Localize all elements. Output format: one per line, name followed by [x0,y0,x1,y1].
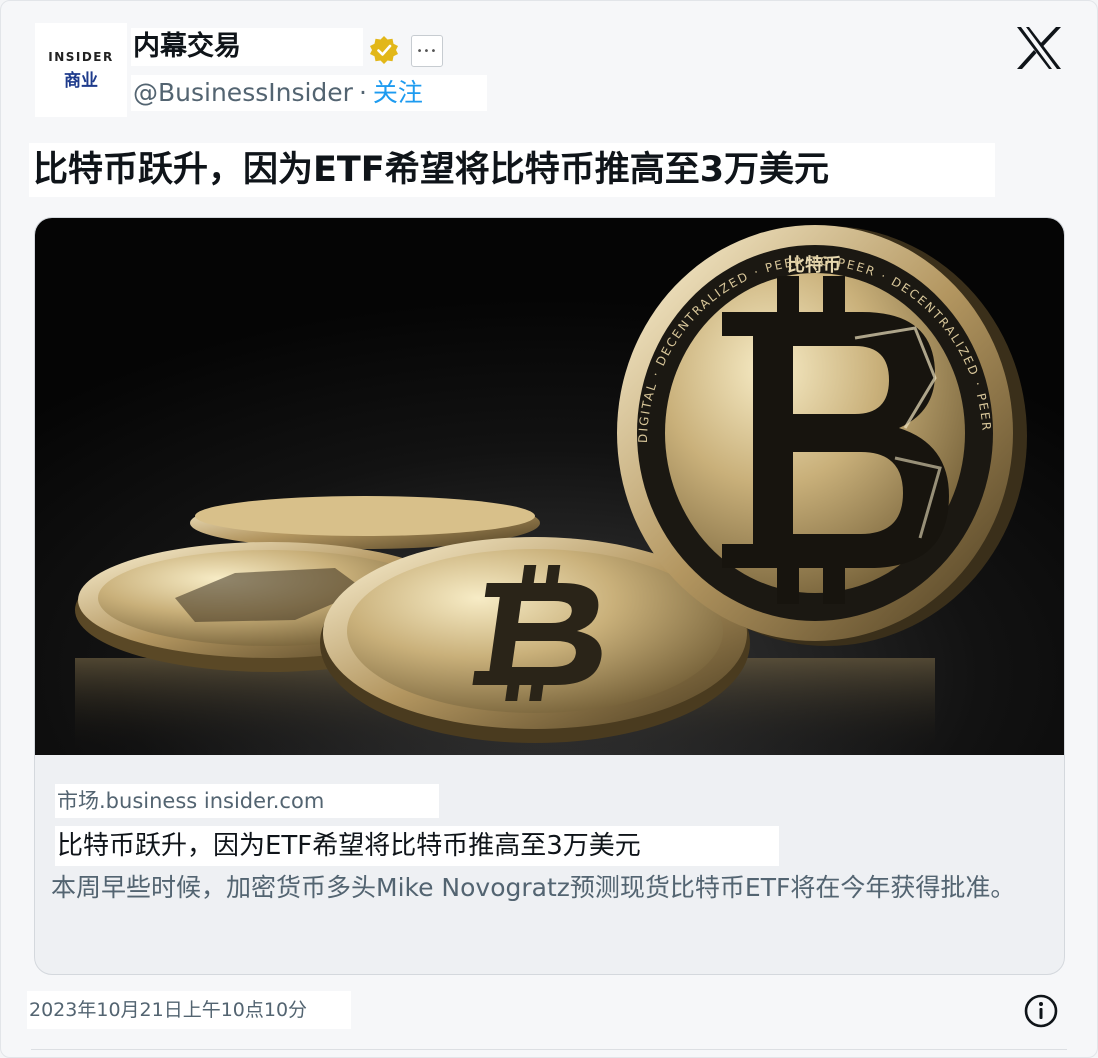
avatar-logo-subtext: 商业 [64,70,98,91]
account-name[interactable]: 内幕交易 [131,28,363,66]
more-options-icon[interactable]: ••• [411,35,443,67]
follow-link[interactable]: 关注 [373,75,423,111]
handle-row: @BusinessInsider · 关注 [131,75,487,111]
divider [31,1049,1067,1050]
link-domain[interactable]: 市场.business insider.com [55,784,439,818]
avatar-logo-text: INSIDER [48,49,114,64]
tweet-card: INSIDER 商业 内幕交易 ••• @BusinessInsider · 关… [0,0,1098,1058]
x-logo-icon[interactable] [1015,25,1063,71]
link-description: 本周早些时候，加密货币多头Mike Novogratz预测现货比特币ETF将在今… [51,873,1016,902]
separator-dot: · [358,78,367,107]
tweet-timestamp[interactable]: 2023年10月21日上午10点10分 [27,991,351,1029]
info-icon[interactable] [1023,993,1059,1029]
bitcoin-coins-image: 比特币 DIGITAL · DECENTRALIZED · PEER TO PE… [35,218,1064,755]
link-title[interactable]: 比特币跃升，因为ETF希望将比特币推高至3万美元 [55,826,779,866]
tweet-title: 比特币跃升，因为ETF希望将比特币推高至3万美元 [29,143,995,197]
link-preview-card[interactable]: 比特币 DIGITAL · DECENTRALIZED · PEER TO PE… [34,217,1065,975]
avatar[interactable]: INSIDER 商业 [35,23,127,117]
verified-badge-icon [370,36,398,64]
account-handle[interactable]: @BusinessInsider [133,75,353,111]
